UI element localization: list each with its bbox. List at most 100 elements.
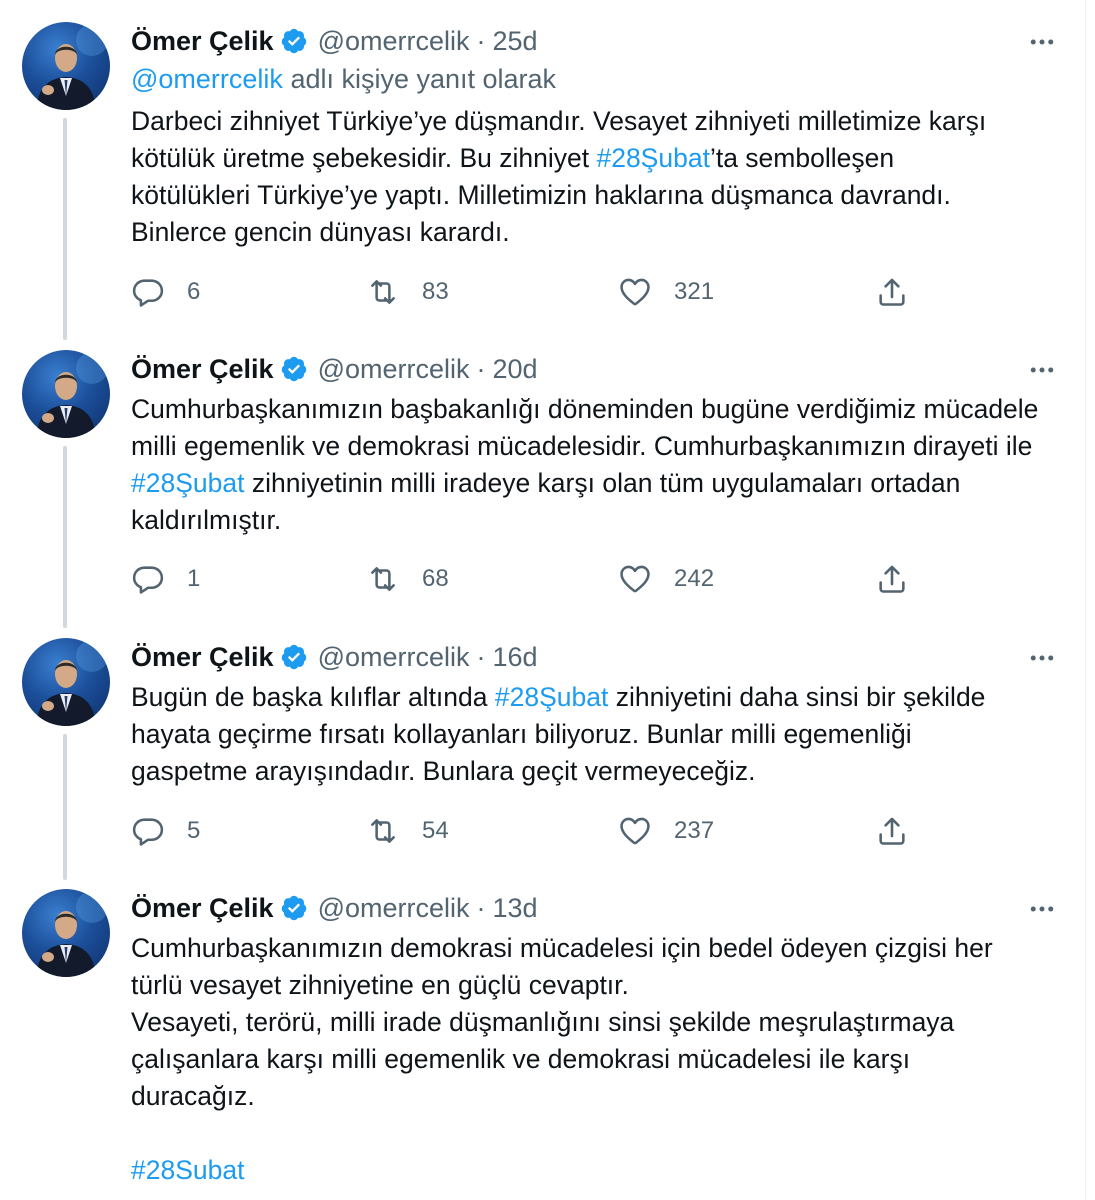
column-border [1085,0,1086,1200]
tweet-text-line: çalışanlara karşı milli egemenlik ve dem… [131,1041,1066,1078]
tweet-text-line: duracağız. [131,1078,1066,1115]
retweet-count: 68 [422,565,449,592]
tweet-text: Bugün de başka kılıflar altında [131,682,495,712]
thread-connector [63,118,67,340]
tweet-text: kötülük üretme şebekesidir. Bu zihniyet [131,143,597,173]
separator-dot: · [476,25,486,56]
verified-badge-icon [280,355,308,383]
like-button[interactable]: 321 [618,272,714,312]
tweet-text-line: milli egemenlik ve demokrasi mücadelesid… [131,428,1066,465]
share-icon [879,278,905,306]
tweet-text-line: kötülükleri Türkiye’ye yaptı. Milletimiz… [131,177,1066,214]
author-name[interactable]: Ömer Çelik [131,26,274,57]
verified-badge-icon [280,27,308,55]
tweet-text: türlü vesayet zihniyetine en güçlü cevap… [131,970,629,1000]
author-handle[interactable]: @omerrcelik [318,893,470,924]
more-icon[interactable] [1024,352,1060,388]
retweet-icon [371,819,395,843]
tweet-timestamp[interactable]: 20d [493,354,538,385]
tweet-text: gaspetme arayışındadır. Bunlara geçit ve… [131,756,756,786]
reply-context-text: adlı kişiye yanıt olarak [282,64,557,94]
tweet-text: Cumhurbaşkanımızın başbakanlığı dönemind… [131,394,1039,424]
heart-icon [620,817,650,845]
tweet-text-line: Bugün de başka kılıflar altında #28Şubat… [131,679,1066,716]
like-count: 321 [674,278,715,305]
separator-dot: · [476,892,486,923]
reply-button[interactable]: 5 [131,811,200,851]
tweet-text: Vesayeti, terörü, milli irade düşmanlığı… [131,1007,955,1037]
tweet-text: çalışanlara karşı milli egemenlik ve dem… [131,1044,911,1074]
tweet-header: Ömer Çelik @omerrcelik · 20d [131,349,538,389]
tweet-text: duracağız. [131,1081,255,1111]
retweet-button[interactable]: 83 [366,272,449,312]
tweet-header: Ömer Çelik @omerrcelik · 16d [131,637,538,677]
reply-count: 6 [187,278,201,305]
tweet-text: kaldırılmıştır. [131,505,282,535]
tweet-text-line: kaldırılmıştır. [131,502,1066,539]
author-handle[interactable]: @omerrcelik [318,26,470,57]
tweet-text-line: türlü vesayet zihniyetine en güçlü cevap… [131,967,1066,1004]
tweet-body: Bugün de başka kılıflar altında #28Şubat… [131,679,1066,790]
avatar[interactable] [22,22,110,110]
tweet-timestamp[interactable]: 16d [493,642,538,673]
tweet-actions: 1 68 242 [131,559,931,599]
author-name[interactable]: Ömer Çelik [131,354,274,385]
like-count: 237 [674,817,715,844]
tweet-timestamp[interactable]: 13d [493,893,538,924]
more-icon[interactable] [1024,24,1060,60]
tweet-text-line: #28Subat [131,1152,1066,1189]
retweet-button[interactable]: 54 [366,811,449,851]
tweet-text: milli egemenlik ve demokrasi mücadelesid… [131,431,1033,461]
avatar[interactable] [22,638,110,726]
reply-count: 5 [187,817,201,844]
author-handle[interactable]: @omerrcelik [318,354,470,385]
more-icon[interactable] [1024,640,1060,676]
more-icon[interactable] [1024,891,1060,927]
hashtag-link[interactable]: #28Şubat [131,468,244,498]
share-icon [879,817,905,845]
heart-icon [620,278,650,306]
like-button[interactable]: 237 [618,811,714,851]
tweet-text-line: kötülük üretme şebekesidir. Bu zihniyet … [131,140,1066,177]
hashtag-link[interactable]: #28Şubat [596,143,709,173]
tweet-text-line [131,1115,1066,1152]
tweet-timestamp[interactable]: 25d [493,26,538,57]
tweet-text: hayata geçirme fırsatı kollayanları bili… [131,719,912,749]
tweet-text: zihniyetini daha sinsi bir şekilde [608,682,986,712]
tweet-text-line: gaspetme arayışındadır. Bunlara geçit ve… [131,753,1066,790]
separator-dot: · [476,641,486,672]
like-count: 242 [674,565,715,592]
share-button[interactable] [875,559,909,599]
retweet-icon [371,280,395,304]
reply-to-handle-link[interactable]: @omerrcelik [131,64,283,94]
tweet-text: ’ta sembolleşen [709,143,895,173]
tweet-text-line: Darbeci zihniyet Türkiye’ye düşmandır. V… [131,103,1066,140]
retweet-icon [371,567,395,591]
verified-badge-icon [280,643,308,671]
like-button[interactable]: 242 [618,559,714,599]
tweet-text: Darbeci zihniyet Türkiye’ye düşmandır. V… [131,106,987,136]
author-name[interactable]: Ömer Çelik [131,642,274,673]
tweet-actions: 5 54 237 [131,811,931,851]
tweet-text-line: Vesayeti, terörü, milli irade düşmanlığı… [131,1004,1066,1041]
retweet-button[interactable]: 68 [366,559,449,599]
reply-button[interactable]: 1 [131,559,200,599]
share-button[interactable] [875,272,909,312]
tweet-header: Ömer Çelik @omerrcelik · 13d [131,888,538,928]
author-handle[interactable]: @omerrcelik [318,642,470,673]
reply-icon [132,818,164,846]
tweet-header: Ömer Çelik @omerrcelik · 25d [131,21,538,61]
reply-icon [132,279,164,307]
hashtag-link[interactable]: #28Şubat [495,682,608,712]
share-button[interactable] [875,811,909,851]
tweet-text-line: hayata geçirme fırsatı kollayanları bili… [131,716,1066,753]
share-icon [879,565,905,593]
reply-button[interactable]: 6 [131,272,200,312]
author-name[interactable]: Ömer Çelik [131,893,274,924]
heart-icon [620,565,650,593]
retweet-count: 54 [422,817,449,844]
hashtag-link[interactable]: #28Subat [131,1155,244,1185]
retweet-count: 83 [422,278,449,305]
avatar[interactable] [22,889,110,977]
avatar[interactable] [22,350,110,438]
